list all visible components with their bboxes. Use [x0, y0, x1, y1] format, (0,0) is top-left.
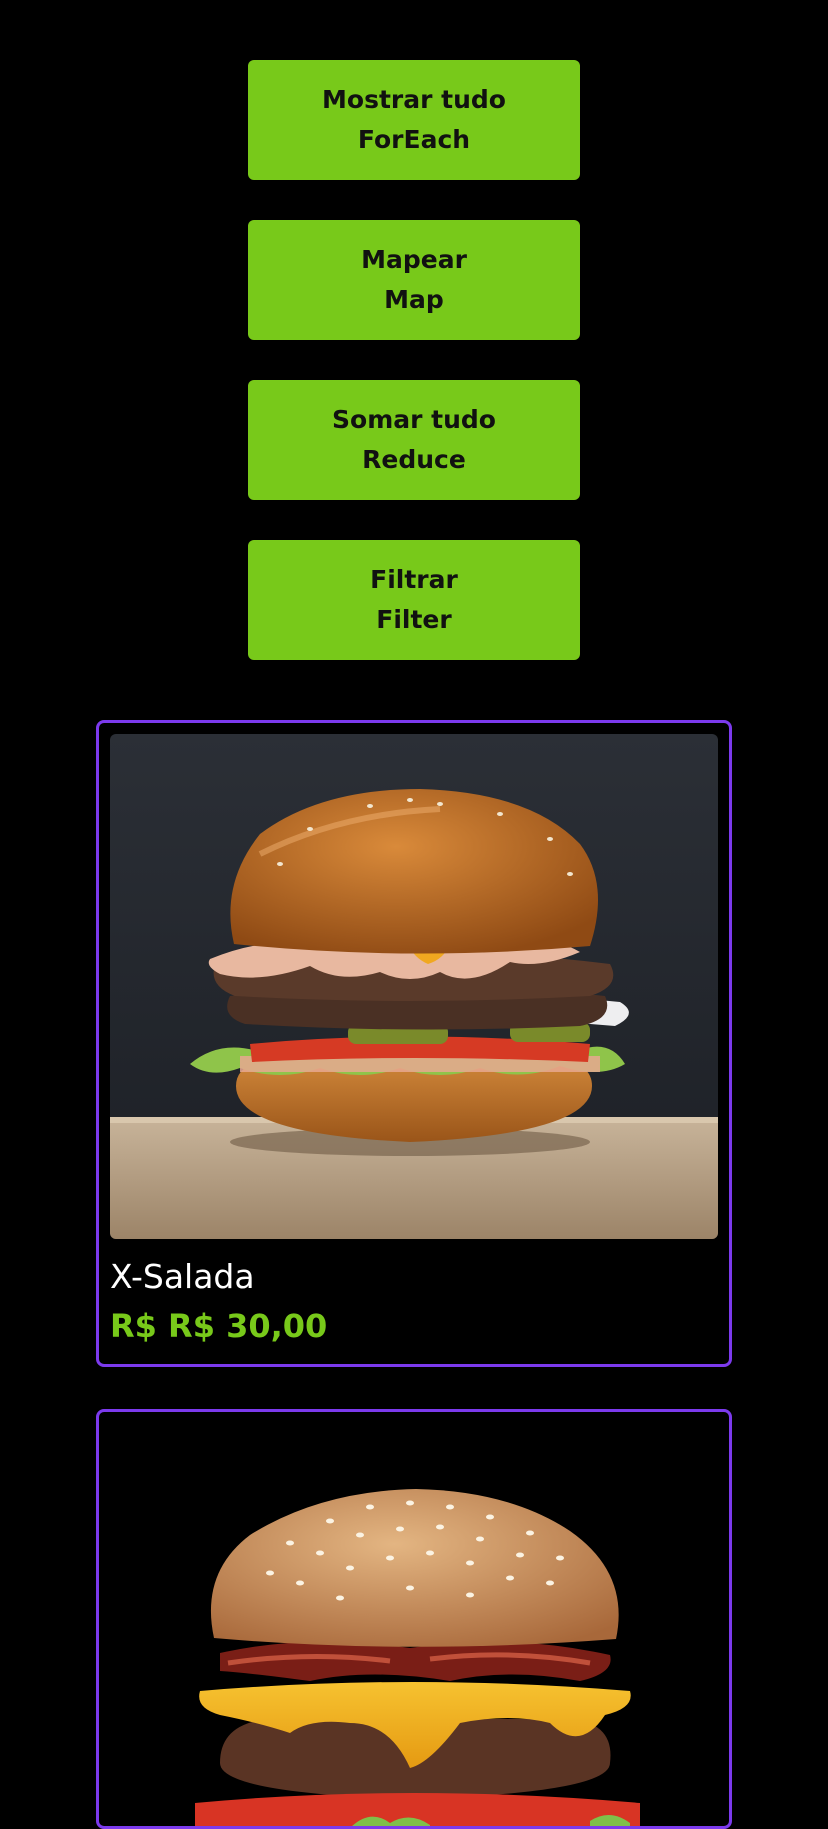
reduce-button-label: Somar tudo — [332, 405, 496, 434]
map-button-sublabel: Map — [384, 285, 444, 314]
filter-button-label: Filtrar — [370, 565, 458, 594]
map-button-label: Mapear — [361, 245, 467, 274]
filter-button[interactable]: Filtrar Filter — [248, 540, 580, 660]
reduce-button[interactable]: Somar tudo Reduce — [248, 380, 580, 500]
reduce-button-sublabel: Reduce — [362, 445, 466, 474]
burger-bacon-cheese-image — [110, 1423, 718, 1826]
foreach-button-sublabel: ForEach — [357, 125, 471, 154]
product-card: X-Salada R$ R$ 30,00 — [96, 720, 732, 1367]
filter-button-sublabel: Filter — [376, 605, 452, 634]
map-button[interactable]: Mapear Map — [248, 220, 580, 340]
product-name: X-Salada — [110, 1257, 255, 1296]
product-price: R$ R$ 30,00 — [110, 1307, 328, 1345]
product-card — [96, 1409, 732, 1829]
burger-lettuce-image — [110, 734, 718, 1239]
foreach-button[interactable]: Mostrar tudo ForEach — [248, 60, 580, 180]
foreach-button-label: Mostrar tudo — [322, 85, 506, 114]
